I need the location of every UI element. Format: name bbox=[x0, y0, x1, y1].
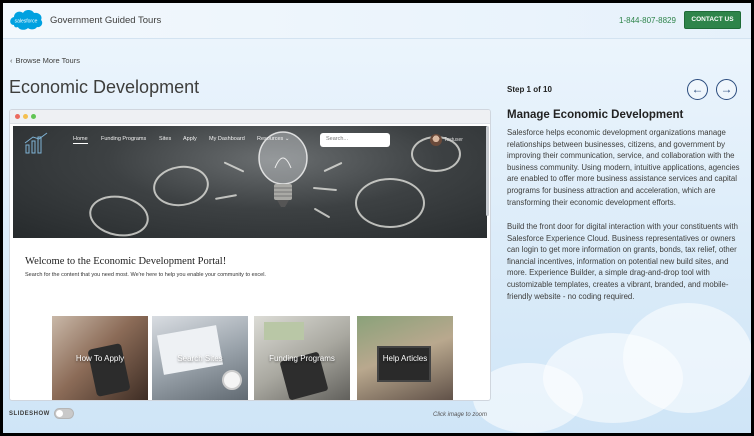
card-search-sites[interactable]: Search Sites bbox=[152, 316, 248, 400]
browser-titlebar bbox=[10, 110, 490, 124]
card-help-articles[interactable]: Help Articles bbox=[357, 316, 453, 400]
portal-nav-apply[interactable]: Apply bbox=[183, 136, 197, 142]
app-frame: salesforce Government Guided Tours 1-844… bbox=[3, 3, 751, 433]
arrow-right-icon: → bbox=[720, 82, 733, 96]
step-title: Manage Economic Development bbox=[507, 109, 684, 121]
hero-image: Home Funding Programs Sites Apply My Das… bbox=[13, 126, 487, 238]
site-title: Government Guided Tours bbox=[50, 15, 162, 26]
toggle-knob bbox=[56, 410, 63, 417]
portal-welcome-subtitle: Search for the content that you need mos… bbox=[25, 272, 266, 278]
chalk-stroke bbox=[214, 194, 238, 200]
chalk-circle bbox=[85, 191, 153, 238]
next-step-button[interactable]: → bbox=[716, 79, 737, 100]
avatar[interactable] bbox=[430, 134, 442, 146]
zoom-hint: Click image to zoom bbox=[433, 412, 488, 418]
phone-link[interactable]: 1-844-807-8829 bbox=[619, 16, 676, 25]
card-label: Search Sites bbox=[177, 354, 223, 363]
resources-label: Resources bbox=[257, 136, 284, 142]
portal-nav-resources[interactable]: Resources ⌄ bbox=[257, 136, 289, 142]
tablet-image bbox=[156, 325, 224, 375]
portal-search-input[interactable]: Search... bbox=[320, 133, 390, 147]
back-link-label: Browse More Tours bbox=[15, 56, 80, 65]
window-maximize-dot bbox=[31, 114, 36, 119]
card-label: How To Apply bbox=[75, 354, 125, 363]
chalk-stroke bbox=[323, 161, 343, 173]
card-label: Help Articles bbox=[382, 354, 428, 363]
step-description-2: Build the front door for digital interac… bbox=[507, 222, 738, 301]
svg-text:salesforce: salesforce bbox=[15, 19, 38, 25]
portal-user-name: Testuser bbox=[444, 137, 463, 143]
step-description-1: Salesforce helps economic development or… bbox=[507, 128, 740, 207]
previous-step-button[interactable]: ← bbox=[687, 79, 708, 100]
portal-nav-dashboard[interactable]: My Dashboard bbox=[209, 136, 245, 142]
chalk-circle bbox=[150, 162, 212, 210]
arrow-left-icon: ← bbox=[691, 82, 704, 96]
chevron-down-icon: ⌄ bbox=[284, 136, 290, 142]
laptop-image bbox=[377, 346, 431, 382]
browse-more-tours-link[interactable]: ‹ Browse More Tours bbox=[10, 56, 80, 65]
portal-nav-sites[interactable]: Sites bbox=[159, 136, 171, 142]
chevron-left-icon: ‹ bbox=[10, 56, 13, 65]
contact-us-button[interactable]: CONTACT US bbox=[684, 11, 741, 29]
step-counter: Step 1 of 10 bbox=[507, 85, 552, 94]
card-how-to-apply[interactable]: How To Apply bbox=[52, 316, 148, 400]
portal-nav-funding[interactable]: Funding Programs bbox=[101, 136, 146, 142]
tour-screenshot[interactable]: Home Funding Programs Sites Apply My Das… bbox=[9, 109, 491, 401]
coffee-cup-image bbox=[222, 370, 242, 390]
salesforce-logo[interactable]: salesforce bbox=[8, 7, 44, 32]
money-image bbox=[264, 322, 304, 340]
portal-welcome-title: Welcome to the Economic Development Port… bbox=[25, 256, 227, 267]
page-title: Economic Development bbox=[9, 77, 200, 97]
window-close-dot bbox=[15, 114, 20, 119]
portal-page: Home Funding Programs Sites Apply My Das… bbox=[13, 126, 487, 400]
card-funding-programs[interactable]: Funding Programs bbox=[254, 316, 350, 400]
window-minimize-dot bbox=[23, 114, 28, 119]
phone-image bbox=[87, 342, 131, 398]
chalk-circle bbox=[355, 178, 425, 228]
chalk-stroke bbox=[223, 161, 245, 173]
portal-nav: Home Funding Programs Sites Apply My Das… bbox=[13, 126, 487, 156]
top-header: salesforce Government Guided Tours 1-844… bbox=[3, 3, 751, 39]
card-label: Funding Programs bbox=[269, 354, 335, 363]
background-cloud bbox=[623, 303, 751, 413]
portal-logo[interactable] bbox=[23, 131, 49, 155]
screenshot-scrollbar[interactable] bbox=[486, 126, 489, 216]
slideshow-label: SLIDESHOW bbox=[9, 411, 50, 417]
portal-nav-home[interactable]: Home bbox=[73, 136, 88, 144]
slideshow-toggle[interactable] bbox=[54, 408, 74, 419]
